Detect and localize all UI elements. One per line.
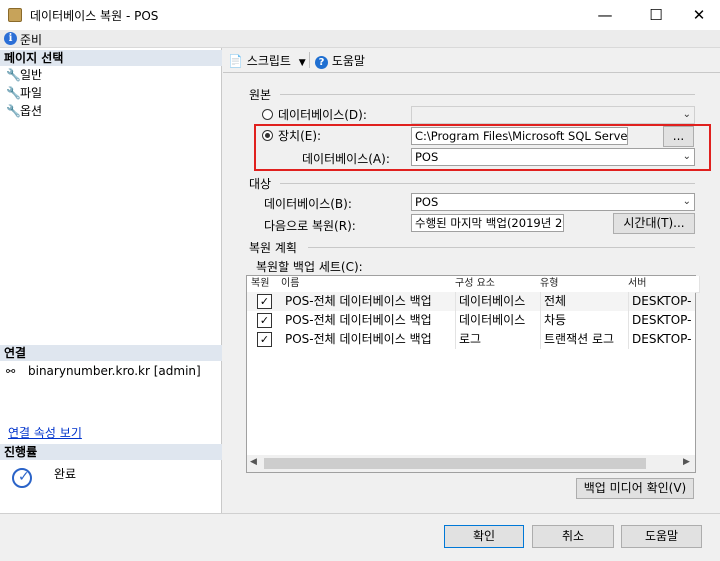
timeline-button[interactable]: 시간대(T)... <box>613 213 695 234</box>
server-cell: DESKTOP- <box>632 313 692 327</box>
nav-item-label: 일반 <box>20 68 43 82</box>
restore-plan-group-line <box>308 247 695 248</box>
nav-item-general[interactable]: 🔧일반 <box>6 66 42 84</box>
progress-header: 진행률 <box>0 444 222 460</box>
destination-database-select[interactable]: POS ⌄ <box>411 193 695 211</box>
destination-group-line <box>280 183 695 184</box>
wrench-icon: 🔧 <box>6 104 21 118</box>
restore-to-label: 다음으로 복원(R): <box>264 219 356 233</box>
info-icon: i <box>4 32 17 45</box>
nav-item-files[interactable]: 🔧파일 <box>6 84 42 102</box>
nav-item-label: 옵션 <box>20 104 43 118</box>
source-group-line <box>280 94 695 95</box>
footer-divider <box>0 513 720 514</box>
server-cell: DESKTOP- <box>632 294 692 308</box>
scroll-thumb[interactable] <box>264 458 646 469</box>
destination-database-label: 데이터베이스(B): <box>264 197 352 211</box>
column-header-component[interactable]: 구성 요소 <box>451 276 541 293</box>
verify-backup-media-button[interactable]: 백업 미디어 확인(V) <box>576 478 694 499</box>
dialog-footer: 확인 취소 도움말 <box>0 513 720 561</box>
type-cell: 전체 <box>540 292 629 311</box>
database-radio-label: 데이터베이스(D): <box>278 108 367 122</box>
restore-checkbox[interactable]: ✓ <box>257 313 272 328</box>
left-pane: 페이지 선택 🔧일반 🔧파일 🔧옵션 연결 ⚯ binarynumber.kro… <box>0 48 222 513</box>
table-row[interactable]: ✓ POS-전체 데이터베이스 백업 데이터베이스 전체 DESKTOP- <box>247 292 695 311</box>
restore-to-field[interactable]: 수행된 마지막 백업(2019년 2월 <box>411 214 564 232</box>
ok-button[interactable]: 확인 <box>444 525 524 548</box>
table-row[interactable]: ✓ POS-전체 데이터베이스 백업 데이터베이스 차등 DESKTOP- <box>247 311 695 330</box>
progress-status: 완료 <box>54 467 77 481</box>
scroll-left-icon[interactable]: ◀ <box>250 457 257 467</box>
window-title: 데이터베이스 복원 - POS <box>30 9 159 23</box>
highlight-box <box>254 124 711 171</box>
checkmark-icon: ✓ <box>18 469 30 485</box>
column-header-server[interactable]: 서버 <box>624 276 700 293</box>
connection-value: binarynumber.kro.kr [admin] <box>28 364 201 378</box>
type-cell: 트랜잭션 로그 <box>540 330 629 349</box>
restore-checkbox[interactable]: ✓ <box>257 294 272 309</box>
backup-name-cell: POS-전체 데이터베이스 백업 <box>281 311 456 330</box>
minimize-button[interactable]: — <box>582 0 628 30</box>
view-connection-properties-link[interactable]: 연결 속성 보기 <box>8 424 82 441</box>
horizontal-scrollbar[interactable]: ◀ ▶ <box>247 455 695 472</box>
database-radio[interactable] <box>262 109 273 120</box>
script-icon: 📄 <box>228 54 243 68</box>
backup-name-cell: POS-전체 데이터베이스 백업 <box>281 330 456 349</box>
column-header-name[interactable]: 이름 <box>277 276 456 293</box>
restore-plan-group-label: 복원 계획 <box>249 241 297 255</box>
chevron-down-icon: ⌄ <box>682 196 691 207</box>
destination-database-value: POS <box>415 195 439 209</box>
connection-icon: ⚯ <box>6 365 16 378</box>
scroll-right-icon[interactable]: ▶ <box>683 457 690 467</box>
script-label: 스크립트 <box>246 54 291 68</box>
backup-sets-label: 복원할 백업 세트(C): <box>256 260 363 274</box>
maximize-button[interactable]: ☐ <box>633 0 679 30</box>
cancel-button[interactable]: 취소 <box>532 525 614 548</box>
backup-name-cell: POS-전체 데이터베이스 백업 <box>281 292 456 311</box>
chevron-down-icon: ▼ <box>298 58 306 68</box>
component-cell: 로그 <box>455 330 541 349</box>
chevron-down-icon: ⌄ <box>682 109 691 120</box>
wrench-icon: 🔧 <box>6 86 21 100</box>
toolbar-separator <box>309 52 310 68</box>
toolbar-divider <box>223 72 720 73</box>
type-cell: 차등 <box>540 311 629 330</box>
source-database-combo: ⌄ <box>411 106 695 124</box>
help-label: 도움말 <box>331 54 365 68</box>
help-dialog-button[interactable]: 도움말 <box>621 525 702 548</box>
table-row[interactable]: ✓ POS-전체 데이터베이스 백업 로그 트랜잭션 로그 DESKTOP- <box>247 330 695 349</box>
column-header-type[interactable]: 유형 <box>536 276 629 293</box>
page-select-header: 페이지 선택 <box>0 50 222 66</box>
nav-item-options[interactable]: 🔧옵션 <box>6 102 42 120</box>
database-restore-icon <box>8 8 22 22</box>
status-text: 준비 <box>20 33 43 47</box>
component-cell: 데이터베이스 <box>455 311 541 330</box>
component-cell: 데이터베이스 <box>455 292 541 311</box>
help-button[interactable]: ? 도움말 <box>315 52 365 70</box>
nav-item-label: 파일 <box>20 86 43 100</box>
script-button[interactable]: 📄 스크립트 ▼ <box>228 52 306 70</box>
source-group-label: 원본 <box>249 88 272 102</box>
title-bar: 데이터베이스 복원 - POS — ☐ ✕ <box>0 0 720 30</box>
status-bar: i 준비 <box>0 30 720 48</box>
backup-sets-grid[interactable]: 복원 이름 구성 요소 유형 서버 ✓ POS-전체 데이터베이스 백업 데이터… <box>246 275 700 473</box>
close-button[interactable]: ✕ <box>676 0 720 30</box>
restore-checkbox[interactable]: ✓ <box>257 332 272 347</box>
help-icon: ? <box>315 56 328 69</box>
wrench-icon: 🔧 <box>6 68 21 82</box>
server-cell: DESKTOP- <box>632 332 692 346</box>
connection-header: 연결 <box>0 345 222 361</box>
destination-group-label: 대상 <box>249 177 272 191</box>
